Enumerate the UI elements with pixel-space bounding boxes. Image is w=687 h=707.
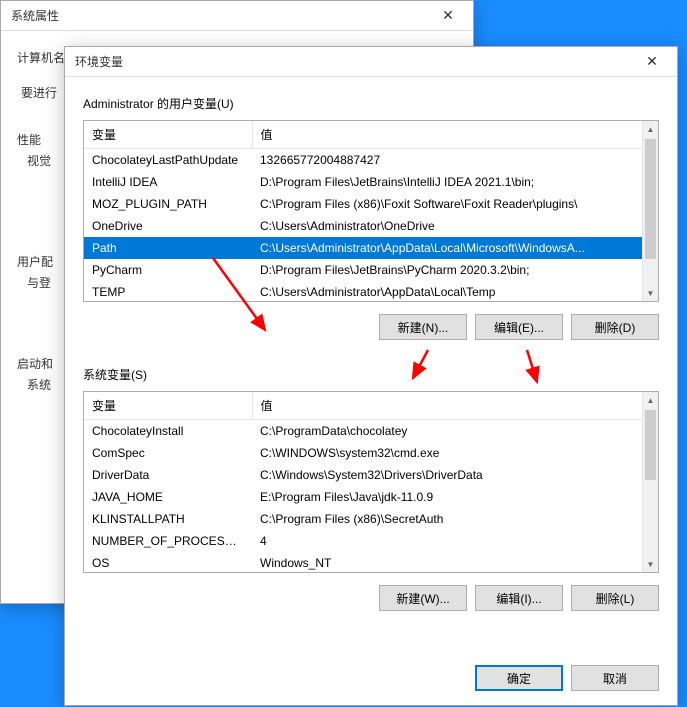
sys-col-value[interactable]: 值 xyxy=(252,392,658,420)
cancel-button[interactable]: 取消 xyxy=(571,665,659,691)
var-name: NUMBER_OF_PROCESSORS xyxy=(84,530,252,552)
var-name: MOZ_PLUGIN_PATH xyxy=(84,193,252,215)
user-vars-label: Administrator 的用户变量(U) xyxy=(83,95,659,112)
var-name: DriverData xyxy=(84,464,252,486)
var-value: C:\WINDOWS\system32\cmd.exe xyxy=(252,442,642,464)
user-col-variable[interactable]: 变量 xyxy=(84,121,252,149)
table-row[interactable]: NUMBER_OF_PROCESSORS4 xyxy=(84,530,642,552)
var-name: TEMP xyxy=(84,281,252,301)
scrollbar-thumb[interactable] xyxy=(645,139,656,259)
var-name: KLINSTALLPATH xyxy=(84,508,252,530)
sys-new-button[interactable]: 新建(W)... xyxy=(379,585,467,611)
var-value: 132665772004887427 xyxy=(252,149,642,171)
table-row[interactable]: OneDriveC:\Users\Administrator\OneDrive xyxy=(84,215,642,237)
var-name: ComSpec xyxy=(84,442,252,464)
var-value: 4 xyxy=(252,530,642,552)
sys-scrollbar[interactable]: ▲ ▼ xyxy=(642,392,658,572)
table-row[interactable]: PathC:\Users\Administrator\AppData\Local… xyxy=(84,237,642,259)
table-row[interactable]: ChocolateyLastPathUpdate1326657720048874… xyxy=(84,149,642,171)
var-name: ChocolateyLastPathUpdate xyxy=(84,149,252,171)
env-titlebar[interactable]: 环境变量 ✕ xyxy=(65,47,677,77)
close-icon: ✕ xyxy=(442,7,454,24)
table-row[interactable]: KLINSTALLPATHC:\Program Files (x86)\Secr… xyxy=(84,508,642,530)
scroll-up-icon[interactable]: ▲ xyxy=(643,121,658,137)
sysprops-titlebar[interactable]: 系统属性 ✕ xyxy=(1,1,473,31)
user-delete-button[interactable]: 删除(D) xyxy=(571,314,659,340)
sysprops-title: 系统属性 xyxy=(11,7,59,24)
var-name: PyCharm xyxy=(84,259,252,281)
sys-edit-button[interactable]: 编辑(I)... xyxy=(475,585,563,611)
table-row[interactable]: IntelliJ IDEAD:\Program Files\JetBrains\… xyxy=(84,171,642,193)
var-value: C:\Users\Administrator\AppData\Local\Mic… xyxy=(252,237,642,259)
sys-col-variable[interactable]: 变量 xyxy=(84,392,252,420)
user-col-value[interactable]: 值 xyxy=(252,121,658,149)
sys-vars-listbox[interactable]: 变量 值 ChocolateyInstallC:\ProgramData\cho… xyxy=(83,391,659,573)
var-value: C:\Users\Administrator\OneDrive xyxy=(252,215,642,237)
var-value: C:\Users\Administrator\AppData\Local\Tem… xyxy=(252,281,642,301)
var-value: D:\Program Files\JetBrains\IntelliJ IDEA… xyxy=(252,171,642,193)
var-value: D:\Program Files\JetBrains\PyCharm 2020.… xyxy=(252,259,642,281)
sys-vars-label: 系统变量(S) xyxy=(83,366,659,383)
var-name: OS xyxy=(84,552,252,572)
var-value: C:\Program Files (x86)\SecretAuth xyxy=(252,508,642,530)
user-vars-listbox[interactable]: 变量 值 ChocolateyLastPathUpdate13266577200… xyxy=(83,120,659,302)
var-name: IntelliJ IDEA xyxy=(84,171,252,193)
table-row[interactable]: OSWindows_NT xyxy=(84,552,642,572)
env-title: 环境变量 xyxy=(75,53,123,70)
table-row[interactable]: MOZ_PLUGIN_PATHC:\Program Files (x86)\Fo… xyxy=(84,193,642,215)
sysprops-close-button[interactable]: ✕ xyxy=(427,2,469,30)
sys-delete-button[interactable]: 删除(L) xyxy=(571,585,659,611)
var-value: C:\Windows\System32\Drivers\DriverData xyxy=(252,464,642,486)
table-row[interactable]: DriverDataC:\Windows\System32\Drivers\Dr… xyxy=(84,464,642,486)
close-icon: ✕ xyxy=(646,53,658,70)
user-new-button[interactable]: 新建(N)... xyxy=(379,314,467,340)
scroll-up-icon[interactable]: ▲ xyxy=(643,392,658,408)
var-name: Path xyxy=(84,237,252,259)
scroll-down-icon[interactable]: ▼ xyxy=(643,285,658,301)
var-value: E:\Program Files\Java\jdk-11.0.9 xyxy=(252,486,642,508)
var-name: ChocolateyInstall xyxy=(84,420,252,442)
table-row[interactable]: TEMPC:\Users\Administrator\AppData\Local… xyxy=(84,281,642,301)
user-scrollbar[interactable]: ▲ ▼ xyxy=(642,121,658,301)
ok-button[interactable]: 确定 xyxy=(475,665,563,691)
var-value: C:\ProgramData\chocolatey xyxy=(252,420,642,442)
scroll-down-icon[interactable]: ▼ xyxy=(643,556,658,572)
table-row[interactable]: JAVA_HOMEE:\Program Files\Java\jdk-11.0.… xyxy=(84,486,642,508)
var-name: OneDrive xyxy=(84,215,252,237)
table-row[interactable]: ComSpecC:\WINDOWS\system32\cmd.exe xyxy=(84,442,642,464)
env-close-button[interactable]: ✕ xyxy=(631,48,673,76)
var-name: JAVA_HOME xyxy=(84,486,252,508)
environment-variables-dialog: 环境变量 ✕ Administrator 的用户变量(U) 变量 值 Choco… xyxy=(64,46,678,706)
var-value: Windows_NT xyxy=(252,552,642,572)
user-edit-button[interactable]: 编辑(E)... xyxy=(475,314,563,340)
var-value: C:\Program Files (x86)\Foxit Software\Fo… xyxy=(252,193,642,215)
table-row[interactable]: PyCharmD:\Program Files\JetBrains\PyChar… xyxy=(84,259,642,281)
table-row[interactable]: ChocolateyInstallC:\ProgramData\chocolat… xyxy=(84,420,642,442)
scrollbar-thumb[interactable] xyxy=(645,410,656,480)
